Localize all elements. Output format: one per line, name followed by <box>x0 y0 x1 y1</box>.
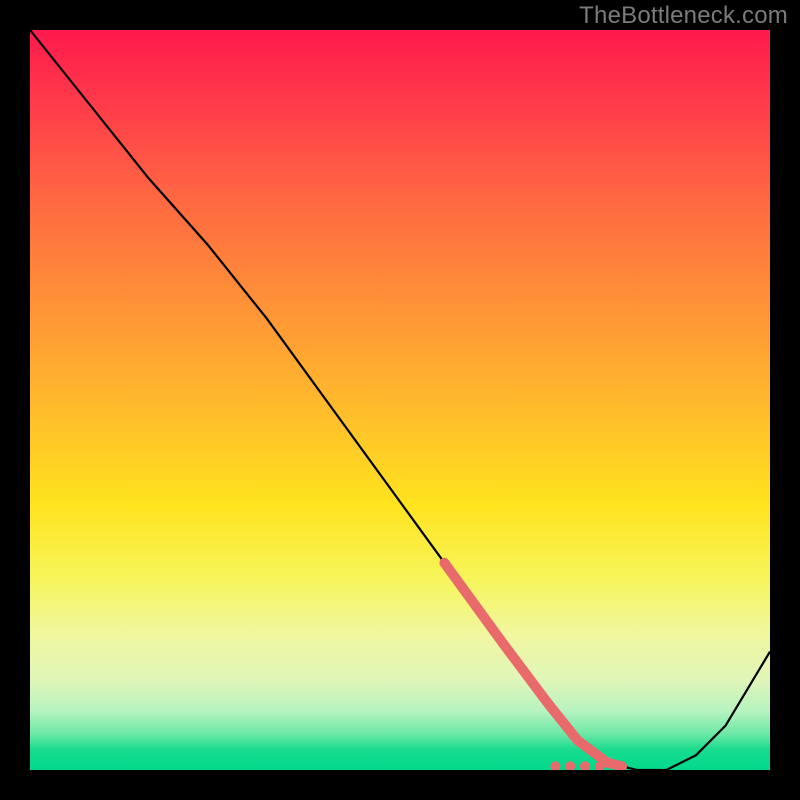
chart-svg <box>30 30 770 770</box>
highlight-segment <box>444 563 622 767</box>
chart-frame: TheBottleneck.com <box>0 0 800 800</box>
highlight-dot <box>580 761 590 770</box>
plot-area <box>30 30 770 770</box>
watermark-text: TheBottleneck.com <box>579 2 788 30</box>
highlight-dot <box>565 761 575 770</box>
main-curve <box>30 30 770 770</box>
highlight-dot <box>550 761 560 770</box>
